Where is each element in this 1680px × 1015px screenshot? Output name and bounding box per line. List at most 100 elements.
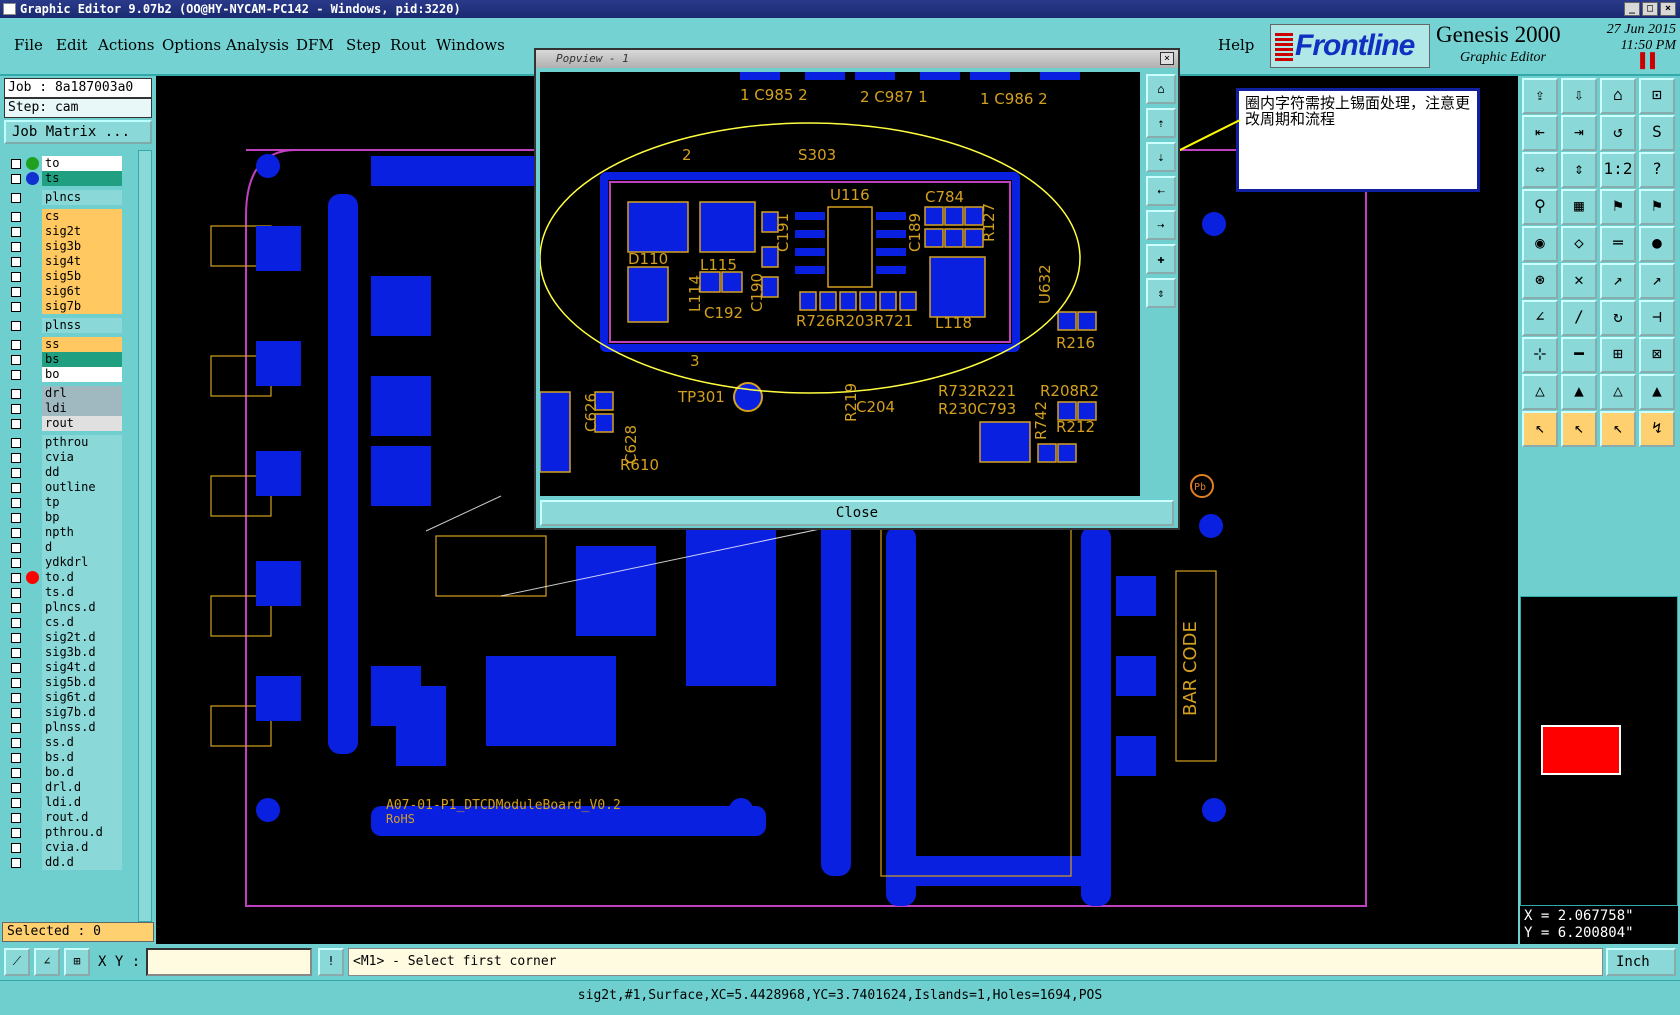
layer-row-ss[interactable]: ss	[4, 337, 124, 352]
layer-row-sig3b[interactable]: sig3b	[4, 239, 124, 254]
layer-row-sig6t-d[interactable]: sig6t.d	[4, 690, 124, 705]
layer-row-sig7b[interactable]: sig7b	[4, 299, 124, 314]
layer-row-bp[interactable]: bp	[4, 510, 124, 525]
layer-checkbox[interactable]	[11, 389, 21, 399]
menu-help[interactable]: Help	[1218, 36, 1254, 54]
maximize-button[interactable]: □	[1642, 2, 1658, 16]
layer-checkbox[interactable]	[11, 321, 21, 331]
layer-row-bs[interactable]: bs	[4, 352, 124, 367]
layer-checkbox[interactable]	[11, 663, 21, 673]
layer-row-cs[interactable]: cs	[4, 209, 124, 224]
layer-checkbox[interactable]	[11, 603, 21, 613]
layer-checkbox[interactable]	[11, 708, 21, 718]
layer-row-ldi[interactable]: ldi	[4, 401, 124, 416]
layer-checkbox[interactable]	[11, 753, 21, 763]
tool-pan-left-icon[interactable]: ⇤	[1522, 115, 1558, 151]
layer-row-sig3b-d[interactable]: sig3b.d	[4, 645, 124, 660]
layer-checkbox[interactable]	[11, 193, 21, 203]
menu-step[interactable]: Step	[346, 36, 381, 54]
tool-via-icon[interactable]: ⊛	[1522, 263, 1558, 299]
layer-checkbox[interactable]	[11, 558, 21, 568]
layer-checkbox[interactable]	[11, 468, 21, 478]
tool-crosshair-icon[interactable]: ⊹	[1522, 337, 1558, 373]
tool-home-icon[interactable]: ⌂	[1600, 78, 1636, 114]
tool-zoom-h-icon[interactable]: ⇔	[1522, 152, 1558, 188]
xy-input[interactable]	[146, 948, 312, 976]
layer-checkbox[interactable]	[11, 513, 21, 523]
layer-row-sig4t-d[interactable]: sig4t.d	[4, 660, 124, 675]
tool-shape-icon[interactable]: ◇	[1561, 226, 1597, 262]
minimize-button[interactable]: _	[1624, 2, 1640, 16]
layer-row-d[interactable]: d	[4, 540, 124, 555]
tool-redo-icon[interactable]: ↻	[1600, 300, 1636, 336]
layer-row-cs-d[interactable]: cs.d	[4, 615, 124, 630]
layer-row-sig7b-d[interactable]: sig7b.d	[4, 705, 124, 720]
layer-checkbox[interactable]	[11, 242, 21, 252]
tool-flag-red2-icon[interactable]: ⚑	[1639, 189, 1675, 225]
layer-row-pthrou-d[interactable]: pthrou.d	[4, 825, 124, 840]
tool-pad-icon[interactable]: ◉	[1522, 226, 1558, 262]
tool-arrow1-icon[interactable]: ↗	[1600, 263, 1636, 299]
layer-checkbox[interactable]	[11, 419, 21, 429]
tool-search-icon[interactable]: ⚲	[1522, 189, 1558, 225]
layer-row-bo[interactable]: bo	[4, 367, 124, 382]
pv-zoom-up-icon[interactable]: ⇡	[1146, 108, 1176, 138]
layer-row-sig5b[interactable]: sig5b	[4, 269, 124, 284]
tool-help-icon[interactable]: ?	[1639, 152, 1675, 188]
layer-checkbox[interactable]	[11, 693, 21, 703]
tool-select3-icon[interactable]: ↖	[1600, 411, 1636, 447]
tool-box-icon[interactable]: ⊞	[1600, 337, 1636, 373]
tool-grid-icon[interactable]: ▦	[1561, 189, 1597, 225]
tool-tri3-icon[interactable]: △	[1600, 374, 1636, 410]
tool-dot-icon[interactable]: ●	[1639, 226, 1675, 262]
unit-selector[interactable]: Inch	[1606, 948, 1676, 976]
layer-checkbox[interactable]	[11, 483, 21, 493]
layer-checkbox[interactable]	[11, 355, 21, 365]
tool-zoom-v-icon[interactable]: ⇕	[1561, 152, 1597, 188]
layer-checkbox[interactable]	[11, 227, 21, 237]
layer-scrollbar[interactable]	[138, 150, 152, 922]
layer-checkbox[interactable]	[11, 453, 21, 463]
tool-tri2-icon[interactable]: ▲	[1561, 374, 1597, 410]
tool-select1-icon[interactable]: ↖	[1522, 411, 1558, 447]
tool-lightning-icon[interactable]: ↯	[1639, 411, 1675, 447]
layer-row-sig4t[interactable]: sig4t	[4, 254, 124, 269]
tool-cross-icon[interactable]: ✕	[1561, 263, 1597, 299]
pv-zoom-down-icon[interactable]: ⇣	[1146, 142, 1176, 172]
layer-checkbox[interactable]	[11, 813, 21, 823]
layer-row-rout-d[interactable]: rout.d	[4, 810, 124, 825]
grid-icon[interactable]: ⊞	[64, 948, 90, 976]
layer-row-plncs[interactable]: plncs	[4, 190, 124, 205]
layer-row-plnss[interactable]: plnss	[4, 318, 124, 333]
layer-row-npth[interactable]: npth	[4, 525, 124, 540]
tool-angle-icon[interactable]: ∠	[1522, 300, 1558, 336]
layer-row-cvia-d[interactable]: cvia.d	[4, 840, 124, 855]
layer-checkbox[interactable]	[11, 768, 21, 778]
layer-checkbox[interactable]	[11, 648, 21, 658]
layer-row-dd-d[interactable]: dd.d	[4, 855, 124, 870]
layer-row-plnss-d[interactable]: plnss.d	[4, 720, 124, 735]
layer-row-ts[interactable]: ts	[4, 171, 124, 186]
tool-tri1-icon[interactable]: △	[1522, 374, 1558, 410]
layer-checkbox[interactable]	[11, 723, 21, 733]
close-window-button[interactable]: ×	[1660, 2, 1676, 16]
tool-scale-icon[interactable]: 1:2	[1600, 152, 1636, 188]
layer-checkbox[interactable]	[11, 798, 21, 808]
layer-checkbox[interactable]	[11, 618, 21, 628]
layer-row-cvia[interactable]: cvia	[4, 450, 124, 465]
snap-icon[interactable]: ⟋	[4, 948, 30, 976]
layer-checkbox[interactable]	[11, 302, 21, 312]
tool-pan-right-icon[interactable]: ⇥	[1561, 115, 1597, 151]
menu-file[interactable]: File	[14, 36, 43, 54]
tool-line-icon[interactable]: ═	[1600, 226, 1636, 262]
pv-zoom-fit-icon[interactable]: ⇕	[1146, 278, 1176, 308]
layer-row-rout[interactable]: rout	[4, 416, 124, 431]
layer-checkbox[interactable]	[11, 438, 21, 448]
menu-analysis[interactable]: Analysis	[226, 36, 289, 54]
layer-checkbox[interactable]	[11, 498, 21, 508]
layer-checkbox[interactable]	[11, 858, 21, 868]
layer-checkbox[interactable]	[11, 404, 21, 414]
layer-row-sig2t-d[interactable]: sig2t.d	[4, 630, 124, 645]
pv-zoom-right-icon[interactable]: ⇢	[1146, 210, 1176, 240]
layer-checkbox[interactable]	[11, 678, 21, 688]
